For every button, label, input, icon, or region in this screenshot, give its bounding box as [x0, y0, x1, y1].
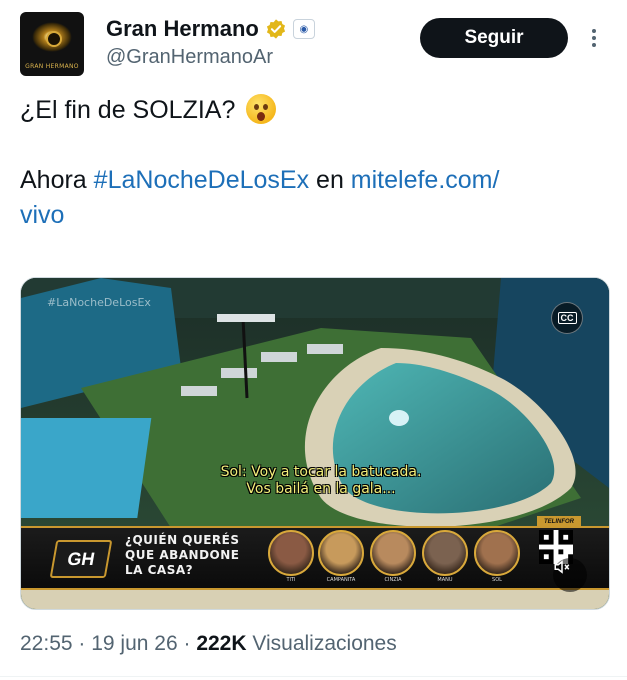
avatar[interactable]: GRAN HERMANO — [20, 12, 84, 76]
nominee: MANU — [421, 530, 469, 583]
gold-verified-badge-icon[interactable] — [265, 18, 287, 40]
speaker-muted-icon[interactable] — [553, 558, 587, 592]
closed-captions-button[interactable]: CC — [551, 302, 583, 334]
nominee-photo — [318, 530, 364, 576]
view-count: 222K — [196, 632, 247, 655]
tweet-line-1: ¿El fin de SOLZIA? — [20, 96, 236, 124]
hushed-face-emoji — [246, 94, 277, 124]
tweet-line-2-mid: en — [309, 166, 351, 194]
channel-watermark: #LaNocheDeLosEx — [47, 296, 151, 309]
nominee-photo — [370, 530, 416, 576]
nominee-photo — [474, 530, 520, 576]
tweet-meta: 22:55 · 19 jun 26 · 222K Visualizaciones — [20, 632, 397, 655]
hashtag-link[interactable]: #LaNocheDeLosEx — [94, 166, 309, 194]
divider — [0, 676, 627, 677]
account-handle[interactable]: @GranHermanoAr — [106, 46, 273, 69]
avatar-logo-text: GRAN HERMANO — [25, 63, 79, 70]
display-name[interactable]: Gran Hermano — [106, 16, 259, 42]
follow-button[interactable]: Seguir — [420, 18, 568, 58]
tweet-line-2-prefix: Ahora — [20, 166, 94, 194]
nominee: TITI — [267, 530, 315, 583]
nominee: SOL — [473, 530, 521, 583]
affiliate-badge-icon[interactable]: ◉ — [292, 19, 315, 39]
poll-question: ¿QUIÉN QUERÉS QUE ABANDONE LA CASA? — [125, 533, 240, 577]
tweet-time[interactable]: 22:55 — [20, 632, 73, 655]
more-options-icon[interactable] — [582, 26, 606, 50]
video-player[interactable]: #LaNocheDeLosEx CC Sol: Voy a tocar la b… — [20, 277, 610, 610]
tweet-text: ¿El fin de SOLZIA? Ahora #LaNocheDeLosEx… — [20, 93, 610, 233]
nominee-photo — [422, 530, 468, 576]
video-subtitle: Sol: Voy a tocar la batucada. Vos bailá … — [220, 464, 422, 497]
tweet-header: GRAN HERMANO Gran Hermano ◉ @GranHermano… — [20, 12, 610, 78]
views-label: Visualizaciones — [246, 632, 397, 655]
poll-banner: GH ¿QUIÉN QUERÉS QUE ABANDONE LA CASA? T… — [21, 526, 609, 590]
nominee: CINZIA — [369, 530, 417, 583]
gh-logo: GH — [49, 540, 113, 578]
nominee: CAMPANITA — [317, 530, 365, 583]
nominee-photo — [268, 530, 314, 576]
tweet-date[interactable]: 19 jun 26 — [91, 632, 177, 655]
